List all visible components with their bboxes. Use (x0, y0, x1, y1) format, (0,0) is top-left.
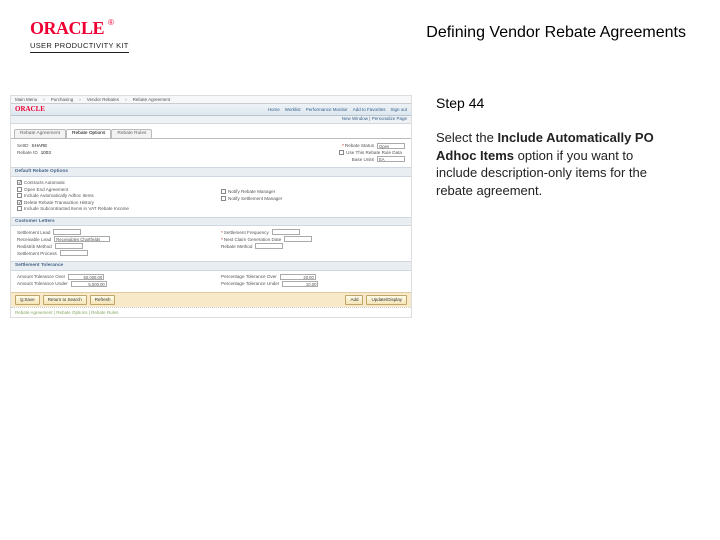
nav-perf[interactable]: Performance Monitor (306, 107, 348, 112)
app-screenshot: Main Menu › Purchasing › Vendor Rebates … (10, 95, 412, 318)
sub-bar: New Window | Personalize Page (11, 116, 411, 124)
link-new-window[interactable]: New Window (342, 116, 368, 123)
val-rebate-id: 1003 (41, 150, 51, 156)
tabstrip: Rebate Agreement Rebate Options Rebate R… (11, 126, 411, 139)
input-rebate-method[interactable] (255, 243, 283, 249)
tab-rebate-rules[interactable]: Rebate Rules (111, 129, 152, 138)
link-personalize[interactable]: Personalize Page (372, 116, 407, 123)
brand-word: ORACLE (30, 18, 104, 39)
chk-contracts-auto[interactable] (17, 180, 22, 185)
nav-home[interactable]: Home (268, 107, 280, 112)
lbl-status: Rebate Status (342, 143, 374, 149)
crumb: Main Menu (15, 97, 37, 102)
brand-block: ORACLE ® USER PRODUCTIVITY KIT (30, 18, 129, 53)
section-settlement-tolerance: Settlement Tolerance (11, 261, 411, 271)
return-button[interactable]: Return to Search (43, 295, 87, 305)
nav-signout[interactable]: Sign out (390, 107, 407, 112)
input-settlement-lead[interactable] (53, 229, 81, 235)
input-pct-tol-under[interactable]: 10.00 (282, 281, 318, 287)
lbl-setid: SetID (17, 143, 29, 149)
val-setid: SHARE (32, 143, 48, 149)
input-status[interactable]: Open (377, 143, 405, 149)
chk-delete-history[interactable] (17, 200, 22, 205)
input-amt-tol-under[interactable]: 5,000.00 (71, 281, 107, 287)
lbl-rebate-id: Rebate ID (17, 150, 38, 156)
input-settlement-process[interactable] (60, 250, 88, 256)
update-display-button[interactable]: Update/Display (366, 295, 407, 305)
lbl-use-rule: Use This Rebate Rule Data (346, 150, 402, 156)
tab-rebate-options[interactable]: Rebate Options (66, 129, 111, 138)
input-base-units[interactable]: EA (377, 156, 405, 162)
crumb: Rebate Agreement (133, 97, 171, 102)
instruction-text: Select the Include Automatically PO Adho… (430, 129, 670, 199)
nav-add-fav[interactable]: Add to Favorites (353, 107, 386, 112)
nav-worklist[interactable]: Worklist (285, 107, 301, 112)
brand-sub: USER PRODUCTIVITY KIT (30, 41, 129, 53)
save-button[interactable]: Save (15, 295, 40, 305)
input-settle-freq[interactable] (272, 229, 300, 235)
input-amt-tol-over[interactable]: 50,000.00 (68, 274, 104, 280)
refresh-button[interactable]: Refresh (90, 295, 116, 305)
chk-open-end[interactable] (17, 187, 22, 192)
lbl-base-units: Base Units (352, 157, 374, 163)
input-pct-tol-over[interactable]: 20.00 (280, 274, 316, 280)
chk-include-subcontracted[interactable] (17, 206, 22, 211)
input-redistrib[interactable] (55, 243, 83, 249)
breadcrumb: Main Menu › Purchasing › Vendor Rebates … (11, 96, 411, 104)
crumb: Vendor Rebates (87, 97, 119, 102)
action-bar: Save Return to Search Refresh Add Update… (11, 292, 411, 307)
tab-rebate-agreement[interactable]: Rebate Agreement (14, 129, 66, 138)
step-label: Step 44 (430, 95, 670, 111)
input-next-claim-date[interactable] (284, 236, 312, 242)
chk-use-rule[interactable] (339, 150, 344, 155)
section-default-rebate-options: Default Rebate Options (11, 167, 411, 177)
input-recv-lead[interactable]: Receivables Chartfields (54, 236, 110, 242)
add-button[interactable]: Add (345, 295, 363, 305)
chk-notify-rebate-mgr[interactable] (221, 189, 226, 194)
reg-mark: ® (108, 18, 114, 27)
chk-notify-settle-mgr[interactable] (221, 196, 226, 201)
app-header: ORACLE Home Worklist Performance Monitor… (11, 104, 411, 116)
chk-include-adhoc[interactable] (17, 193, 22, 198)
section-customer-letters: Customer Letters (11, 217, 411, 227)
page-title: Defining Vendor Rebate Agreements (426, 18, 686, 42)
app-brand: ORACLE (15, 105, 45, 113)
crumb: Purchasing (51, 97, 74, 102)
footer-links: Rebate Agreement | Rebate Options | Reba… (11, 307, 411, 317)
